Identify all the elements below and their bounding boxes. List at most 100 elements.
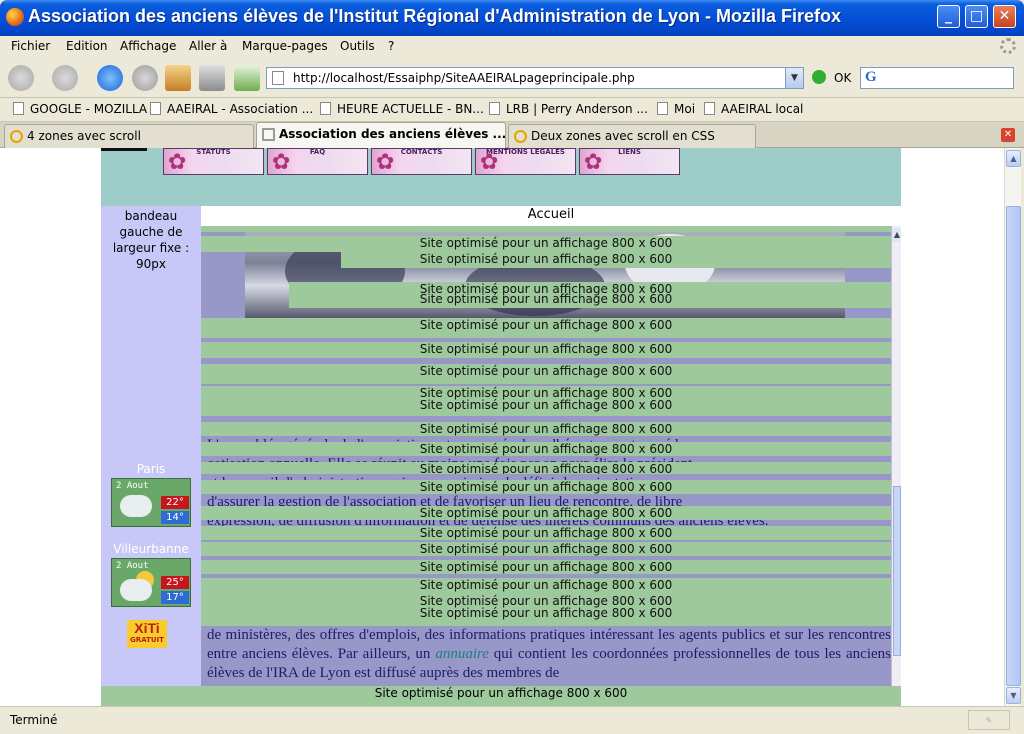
scroll-down-icon[interactable]: ▼ [1006, 687, 1021, 704]
nav-tile-liens[interactable]: ✿ LIENS [579, 148, 680, 175]
nav-tile-statuts[interactable]: ✿ STATUTS [163, 148, 264, 175]
optim-strip: Site optimisé pour un affichage 800 x 60… [201, 542, 891, 556]
loading-icon [10, 130, 23, 143]
main-content: L'assemblée générale de l'association es… [201, 226, 901, 686]
home-icon[interactable] [165, 65, 191, 91]
stop-icon[interactable] [132, 65, 158, 91]
optim-strip: Site optimisé pour un affichage 800 x 60… [201, 364, 891, 384]
optim-strip: Site optimisé pour un affichage 800 x 60… [201, 386, 891, 416]
scroll-up-icon[interactable]: ▲ [1006, 150, 1021, 167]
weather-widget-paris[interactable]: 2 Aout 22° 14° [111, 478, 191, 527]
forward-icon[interactable] [52, 65, 78, 91]
optim-strip: Site optimisé pour un affichage 800 x 60… [201, 480, 891, 494]
nav-tile-contacts[interactable]: ✿ CONTACTS [371, 148, 472, 175]
google-icon[interactable]: G [865, 69, 877, 86]
optim-strip: Site optimisé pour un affichage 800 x 60… [201, 342, 891, 358]
tab-association[interactable]: Association des anciens élèves ... [256, 122, 506, 149]
minimize-button[interactable]: _ [937, 5, 960, 28]
menu-affichage[interactable]: Affichage [120, 39, 176, 53]
signature-icon: ✎ [968, 710, 1010, 730]
tab-strip: 4 zones avec scroll Association des anci… [0, 122, 1024, 149]
optim-strip: Site optimisé pour un affichage 800 x 60… [201, 526, 891, 540]
status-text: Terminé [10, 713, 58, 727]
bookmark-item[interactable]: HEURE ACTUELLE - BN... [320, 102, 484, 116]
url-text[interactable]: http://localhost/Essaiphp/SiteAAEIRALpag… [293, 71, 635, 85]
navigation-toolbar: http://localhost/Essaiphp/SiteAAEIRALpag… [0, 58, 1024, 98]
print-icon[interactable] [199, 65, 225, 91]
menu-bar: Fichier Edition Affichage Aller à Marque… [0, 36, 1024, 58]
menu-fichier[interactable]: Fichier [11, 39, 50, 53]
site-header: ✿ STATUTS ✿ FAQ ✿ CONTACTS ✿ MENTIONS LEGALE… [101, 148, 901, 206]
go-button[interactable]: OK [834, 71, 851, 85]
optim-strip: Site optimisé pour un affichage 800 x 60… [201, 462, 891, 474]
weather-city-paris: Paris [136, 462, 166, 476]
bookmark-item[interactable]: LRB | Perry Anderson ... [489, 102, 648, 116]
title-bar: Association des anciens élèves de l'Inst… [0, 0, 1024, 36]
cloud-icon [120, 579, 152, 601]
bookmark-page-icon [489, 102, 500, 115]
search-input[interactable]: G [860, 67, 1014, 89]
temp-low: 14° [161, 511, 189, 524]
bookmark-page-icon [150, 102, 161, 115]
menu-marque-pages[interactable]: Marque-pages [242, 39, 328, 53]
nav-tile-faq[interactable]: ✿ FAQ [267, 148, 368, 175]
loading-icon [514, 130, 527, 143]
firefox-icon [6, 8, 24, 26]
temp-low: 17° [161, 591, 189, 604]
temp-high: 25° [161, 576, 189, 589]
optim-strip: Site optimisé pour un affichage 800 x 60… [201, 422, 891, 436]
left-band: bandeau gauche de largeur fixe : 90px Pa… [101, 206, 201, 686]
page-title: Accueil [201, 206, 901, 226]
temp-high: 22° [161, 496, 189, 509]
tab-4-zones[interactable]: 4 zones avec scroll [4, 124, 254, 148]
maximize-button[interactable]: □ [965, 5, 988, 28]
optim-strip: Site optimisé pour un affichage 800 x 60… [341, 252, 891, 268]
bookmark-page-icon [13, 102, 24, 115]
inner-scroll-thumb[interactable] [893, 486, 901, 656]
bookmark-item[interactable]: GOOGLE - MOZILLA [13, 102, 147, 116]
throbber-icon [1000, 38, 1016, 54]
weather-widget-villeurbanne[interactable]: 2 Aout 25° 17° [111, 558, 191, 607]
page-scrollbar[interactable]: ▲ ▼ [1004, 148, 1021, 706]
optim-strip: Site optimisé pour un affichage 800 x 60… [201, 506, 891, 520]
scroll-up-icon[interactable]: ▲ [892, 228, 901, 242]
menu-outils[interactable]: Outils [340, 39, 375, 53]
annuaire-link[interactable]: annuaire [435, 646, 489, 662]
url-bar[interactable]: http://localhost/Essaiphp/SiteAAEIRALpag… [266, 67, 804, 89]
inner-scrollbar[interactable]: ▲ [891, 226, 901, 686]
weather-city-villeurbanne: Villeurbanne [113, 542, 189, 556]
new-tab-icon[interactable] [234, 65, 260, 91]
bookmark-page-icon [704, 102, 715, 115]
reload-icon[interactable] [97, 65, 123, 91]
main-paragraph: de ministères, des offres d'emplois, des… [207, 626, 891, 686]
xiti-badge[interactable]: XiTi GRATUIT [127, 620, 167, 648]
left-band-text: bandeau gauche de largeur fixe : 90px [112, 209, 190, 271]
menu-edition[interactable]: Edition [66, 39, 108, 53]
optim-strip: Site optimisé pour un affichage 800 x 60… [289, 282, 891, 308]
menu-help[interactable]: ? [388, 39, 394, 53]
rain-cloud-icon [120, 495, 152, 517]
tab-deux-zones[interactable]: Deux zones avec scroll en CSS [508, 124, 756, 148]
bookmark-page-icon [320, 102, 331, 115]
nav-tile-mentions[interactable]: ✿ MENTIONS LEGALES [475, 148, 576, 175]
back-icon[interactable] [8, 65, 34, 91]
bookmark-item[interactable]: AAEIRAL local [704, 102, 803, 116]
menu-aller[interactable]: Aller à [189, 39, 227, 53]
page-scroll-thumb[interactable] [1006, 206, 1021, 686]
go-icon[interactable] [812, 70, 826, 84]
page-icon [272, 71, 284, 85]
optim-strip: Site optimisé pour un affichage 800 x 60… [201, 318, 891, 338]
close-tab-icon[interactable]: ✕ [1001, 128, 1015, 142]
bookmark-item[interactable]: Moi [657, 102, 695, 116]
optim-strip: Site optimisé pour un affichage 800 x 60… [201, 560, 891, 574]
optim-strip: Site optimisé pour un affichage 800 x 60… [201, 442, 891, 456]
bookmark-item[interactable]: AAEIRAL - Association ... [150, 102, 313, 116]
optim-strip: Site optimisé pour un affichage 800 x 60… [201, 236, 891, 252]
url-dropdown-icon[interactable]: ▼ [785, 68, 803, 88]
page-icon [262, 128, 275, 141]
logo-fragment [101, 148, 147, 151]
close-button[interactable]: ✕ [993, 5, 1016, 28]
site-container: ✿ STATUTS ✿ FAQ ✿ CONTACTS ✿ MENTIONS LEGALE… [101, 148, 901, 706]
status-bar: Terminé ✎ [0, 706, 1024, 734]
bookmarks-toolbar: GOOGLE - MOZILLA AAEIRAL - Association .… [0, 98, 1024, 122]
